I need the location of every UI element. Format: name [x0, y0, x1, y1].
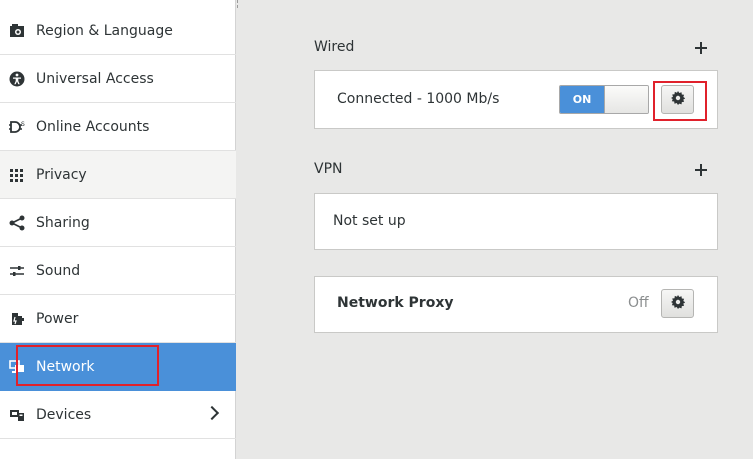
sidebar-item-sharing[interactable]: Sharing: [0, 199, 236, 247]
svg-text:S: S: [21, 121, 25, 128]
network-icon: [8, 358, 26, 376]
network-proxy-settings-button[interactable]: [661, 289, 694, 318]
sound-icon: [8, 262, 26, 280]
network-proxy-title: Network Proxy: [337, 295, 454, 311]
sidebar-item-network[interactable]: Network: [0, 343, 236, 391]
share-icon: [8, 214, 26, 232]
accessibility-icon: [8, 70, 26, 88]
switch-knob: [604, 86, 648, 113]
switch-on-label: ON: [560, 86, 604, 113]
add-wired-connection-plus-icon[interactable]: [694, 41, 708, 55]
sidebar-item-label: Devices: [36, 406, 92, 423]
sidebar-item-online-accounts[interactable]: S Online Accounts: [0, 103, 236, 151]
wired-status-text: Connected - 1000 Mb/s: [337, 91, 500, 107]
divider: [236, 0, 238, 8]
vpn-status-text: Not set up: [333, 213, 406, 229]
sidebar-item-sound[interactable]: Sound: [0, 247, 236, 295]
privacy-icon: [8, 166, 26, 184]
region-icon: [8, 22, 26, 40]
sidebar-item-label: Sound: [36, 262, 81, 279]
sidebar-item-label: Sharing: [36, 214, 90, 231]
sidebar-item-label: Universal Access: [36, 70, 154, 87]
power-icon: [8, 310, 26, 328]
sidebar-item-devices[interactable]: Devices: [0, 391, 236, 439]
sidebar-item-label: Online Accounts: [36, 118, 150, 135]
chevron-right-icon: [204, 405, 220, 421]
sidebar-item-universal-access[interactable]: Universal Access: [0, 55, 236, 103]
sidebar: Region & Language Universal Access S Onl…: [0, 0, 236, 459]
sidebar-item-label: Network: [36, 358, 95, 375]
sidebar-item-label: Privacy: [36, 166, 87, 183]
vpn-section-title: VPN: [314, 161, 343, 177]
sidebar-item-label: Power: [36, 310, 79, 327]
wired-toggle-switch[interactable]: ON: [559, 85, 649, 114]
online-accounts-icon: S: [8, 118, 26, 136]
gear-icon: [670, 90, 685, 109]
wired-section-title: Wired: [314, 39, 355, 55]
devices-icon: [8, 406, 26, 424]
network-proxy-state: Off: [628, 295, 649, 311]
wired-settings-button[interactable]: [661, 85, 694, 114]
add-vpn-plus-icon[interactable]: [694, 163, 708, 177]
sidebar-item-label: Region & Language: [36, 23, 173, 39]
sidebar-item-power[interactable]: Power: [0, 295, 236, 343]
gear-icon: [670, 294, 685, 313]
sidebar-item-privacy[interactable]: Privacy: [0, 151, 236, 199]
sidebar-item-region-language[interactable]: Region & Language: [0, 8, 236, 55]
